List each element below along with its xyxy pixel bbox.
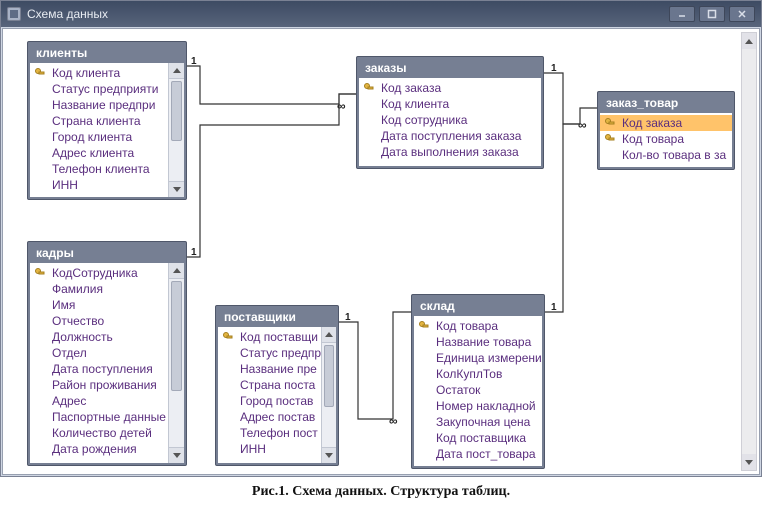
table-zakaz-tovar[interactable]: заказ_товар Код заказа Код товара Кол-во… bbox=[597, 91, 735, 170]
field: Код товара bbox=[600, 131, 732, 147]
field: Дата выполнения заказа bbox=[359, 144, 541, 160]
field: Адрес bbox=[30, 393, 168, 409]
field: Название предпри bbox=[30, 97, 168, 113]
field: Дата рождения bbox=[30, 441, 168, 457]
table-title: поставщики bbox=[224, 310, 296, 324]
field: Дата поступления bbox=[30, 361, 168, 377]
scroll-down-icon[interactable] bbox=[169, 447, 184, 463]
app-icon bbox=[7, 7, 21, 21]
field: Статус предпр bbox=[218, 345, 321, 361]
field: Код клиента bbox=[30, 65, 168, 81]
field: Номер накладной bbox=[414, 398, 542, 414]
svg-text:1: 1 bbox=[191, 247, 197, 258]
field: Код сотрудника bbox=[359, 112, 541, 128]
table-title: склад bbox=[420, 299, 455, 313]
scroll-down-icon[interactable] bbox=[742, 454, 756, 470]
key-icon bbox=[604, 117, 616, 129]
table-kadry[interactable]: кадры КодСотрудника Фамилия Имя Отчество… bbox=[27, 241, 187, 466]
field: Адрес клиента bbox=[30, 145, 168, 161]
svg-text:1: 1 bbox=[345, 312, 351, 323]
field: Страна поста bbox=[218, 377, 321, 393]
minimize-button[interactable] bbox=[669, 6, 695, 22]
table-title: кадры bbox=[36, 246, 74, 260]
svg-text:∞: ∞ bbox=[389, 414, 397, 428]
field: Фамилия bbox=[30, 281, 168, 297]
key-icon bbox=[418, 320, 430, 332]
field: Код заказа bbox=[359, 80, 541, 96]
key-icon bbox=[363, 82, 375, 94]
field: Код клиента bbox=[359, 96, 541, 112]
field: Страна клиента bbox=[30, 113, 168, 129]
field: Единица измерения bbox=[414, 350, 542, 366]
field-list: Код поставщи Статус предпр Название пре … bbox=[218, 327, 321, 463]
field: Остаток bbox=[414, 382, 542, 398]
field: Название пре bbox=[218, 361, 321, 377]
field: Отдел bbox=[30, 345, 168, 361]
maximize-button[interactable] bbox=[699, 6, 725, 22]
field: Адрес постав bbox=[218, 409, 321, 425]
field: Дата поступления заказа bbox=[359, 128, 541, 144]
field: Должность bbox=[30, 329, 168, 345]
scroll-up-icon[interactable] bbox=[322, 327, 336, 343]
field: Имя bbox=[30, 297, 168, 313]
field: Дата пост_товара bbox=[414, 446, 542, 462]
field: Город постав bbox=[218, 393, 321, 409]
table-title: заказы bbox=[365, 61, 407, 75]
field: Код товара bbox=[414, 318, 542, 334]
field: Количество детей bbox=[30, 425, 168, 441]
svg-text:∞: ∞ bbox=[337, 99, 345, 113]
field: КодСотрудника bbox=[30, 265, 168, 281]
field: Статус предприяти bbox=[30, 81, 168, 97]
field: Телефон пост bbox=[218, 425, 321, 441]
field: ИНН bbox=[30, 177, 168, 193]
key-icon bbox=[222, 331, 234, 343]
svg-text:∞: ∞ bbox=[578, 118, 586, 132]
field-list: Код заказа Код клиента Код сотрудника Да… bbox=[359, 78, 541, 166]
table-zakazy[interactable]: заказы Код заказа Код клиента Код сотруд… bbox=[356, 56, 544, 169]
canvas-scrollbar[interactable] bbox=[741, 32, 757, 471]
field: ИНН bbox=[218, 441, 321, 457]
scroll-down-icon[interactable] bbox=[169, 181, 184, 197]
field: Код заказа bbox=[600, 115, 732, 131]
scroll-down-icon[interactable] bbox=[322, 447, 336, 463]
field: Город клиента bbox=[30, 129, 168, 145]
table-klienty[interactable]: клиенты Код клиента Статус предприяти На… bbox=[27, 41, 187, 200]
field: Закупочная цена bbox=[414, 414, 542, 430]
field: Кол-во товара в за bbox=[600, 147, 732, 163]
field-list: КодСотрудника Фамилия Имя Отчество Должн… bbox=[30, 263, 168, 463]
scroll-up-icon[interactable] bbox=[169, 63, 184, 79]
table-title: заказ_товар bbox=[606, 96, 678, 110]
field-list: Код клиента Статус предприяти Название п… bbox=[30, 63, 168, 197]
key-icon bbox=[34, 67, 46, 79]
field: Код поставщика bbox=[414, 430, 542, 446]
field: Код поставщи bbox=[218, 329, 321, 345]
field: Паспортные данные bbox=[30, 409, 168, 425]
key-icon bbox=[604, 133, 616, 145]
scroll-up-icon[interactable] bbox=[742, 33, 756, 49]
svg-text:1: 1 bbox=[551, 63, 557, 74]
key-icon bbox=[34, 267, 46, 279]
window-title: Схема данных bbox=[27, 7, 108, 21]
titlebar: Схема данных bbox=[1, 1, 761, 27]
field: Название товара bbox=[414, 334, 542, 350]
table-title: клиенты bbox=[36, 46, 87, 60]
scrollbar[interactable] bbox=[321, 327, 336, 463]
diagram-canvas[interactable]: 1 ∞ 1 1 ∞ 1 1 ∞ клиенты Код клиента С bbox=[2, 28, 760, 475]
field: Телефон клиента bbox=[30, 161, 168, 177]
field-list: Код заказа Код товара Кол-во товара в за bbox=[600, 113, 732, 167]
table-postavshiki[interactable]: поставщики Код поставщи Статус предпр На… bbox=[215, 305, 339, 466]
field: Отчество bbox=[30, 313, 168, 329]
close-button[interactable] bbox=[729, 6, 755, 22]
scrollbar[interactable] bbox=[168, 263, 184, 463]
figure-caption: Рис.1. Схема данных. Структура таблиц. bbox=[0, 478, 762, 506]
svg-text:1: 1 bbox=[191, 56, 197, 67]
table-sklad[interactable]: склад Код товара Название товара Единица… bbox=[411, 294, 545, 469]
field-list: Код товара Название товара Единица измер… bbox=[414, 316, 542, 466]
field: Район проживания bbox=[30, 377, 168, 393]
scroll-up-icon[interactable] bbox=[169, 263, 184, 279]
field: КолКуплТов bbox=[414, 366, 542, 382]
svg-text:1: 1 bbox=[551, 302, 557, 313]
scrollbar[interactable] bbox=[168, 63, 184, 197]
window: Схема данных 1 ∞ 1 1 ∞ 1 1 bbox=[0, 0, 762, 477]
